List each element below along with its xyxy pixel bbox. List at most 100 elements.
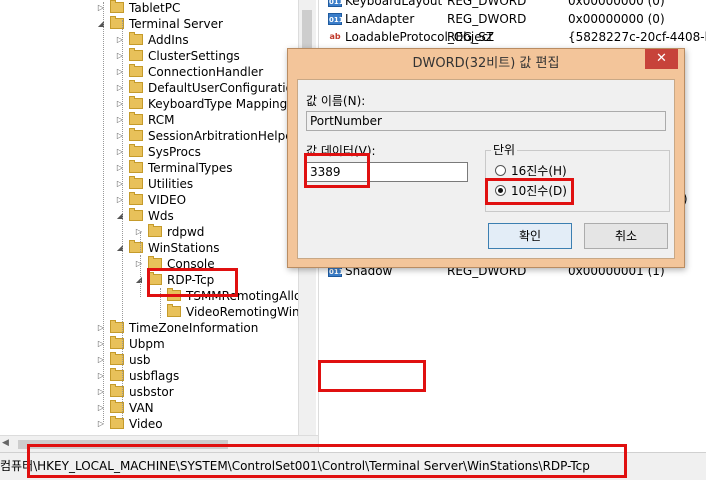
tree-item[interactable]: ▷ Ubpm	[0, 336, 298, 352]
hscroll-thumb[interactable]	[18, 440, 228, 449]
tree-item[interactable]: ▷ TerminalTypes	[0, 160, 298, 176]
value-row[interactable]: 011 KeyboardLayout REG_DWORD 0x00000000 (0)	[319, 0, 706, 10]
expanded-arrow-icon[interactable]: ◢	[96, 16, 106, 32]
value-data-label: 값 데이터(V):	[306, 144, 376, 158]
value-type: REG_DWORD	[447, 12, 527, 26]
folder-icon	[129, 112, 143, 125]
collapsed-arrow-icon[interactable]: ▷	[115, 96, 125, 112]
value-name: LanAdapter	[345, 12, 415, 26]
tree-item[interactable]: ▷ DefaultUserConfiguration	[0, 80, 298, 96]
tree-item-label: TimeZoneInformation	[129, 321, 259, 335]
tree-item-label: Wds	[148, 209, 174, 223]
value-row[interactable]: 011 LanAdapter REG_DWORD 0x00000000 (0)	[319, 10, 706, 28]
tree-item[interactable]: ▷ Utilities	[0, 176, 298, 192]
tree-item[interactable]: ◢ Terminal Server	[0, 16, 298, 32]
folder-icon	[129, 80, 143, 93]
tree-item-label: KeyboardType Mapping	[148, 97, 288, 111]
hex-radio[interactable]: 16진수(H)	[495, 162, 585, 180]
hex-radio-button[interactable]	[495, 165, 506, 176]
collapsed-arrow-icon[interactable]: ▷	[96, 400, 106, 416]
collapsed-arrow-icon[interactable]: ▷	[96, 0, 106, 16]
value-name-label: 값 이름(N):	[306, 94, 366, 108]
folder-icon	[167, 304, 181, 317]
tree-item[interactable]: ▷ AddIns	[0, 32, 298, 48]
collapsed-arrow-icon[interactable]: ▷	[115, 176, 125, 192]
value-row[interactable]: ab LoadableProtocol_Object REG_SZ {5828227c…	[319, 28, 706, 46]
folder-icon	[129, 128, 143, 141]
tree-item[interactable]: ▷ VAN	[0, 400, 298, 416]
base-group-label: 단위	[491, 141, 518, 158]
expanded-arrow-icon[interactable]: ◢	[115, 240, 125, 256]
dialog-title: DWORD(32비트) 값 편집	[412, 56, 560, 71]
collapsed-arrow-icon[interactable]: ▷	[134, 256, 144, 272]
tree-item[interactable]: ▷ rdpwd	[0, 224, 298, 240]
collapsed-arrow-icon[interactable]: ▷	[115, 32, 125, 48]
dialog-body: 값 이름(N): PortNumber 값 데이터(V): 3389 단위 16…	[297, 79, 675, 259]
collapsed-arrow-icon[interactable]: ▷	[96, 336, 106, 352]
value-type: REG_DWORD	[447, 0, 527, 8]
registry-tree[interactable]: ▷ TabletPC ◢ Terminal Server ▷ AddIns ▷ Cluster…	[0, 0, 298, 435]
expanded-arrow-icon[interactable]: ◢	[115, 208, 125, 224]
collapsed-arrow-icon[interactable]: ▷	[96, 384, 106, 400]
tree-item-label: ConnectionHandler	[148, 65, 264, 79]
folder-icon	[129, 160, 143, 173]
tree-item[interactable]: ▷ KeyboardType Mapping	[0, 96, 298, 112]
tree-item[interactable]: ▷ ClusterSettings	[0, 48, 298, 64]
collapsed-arrow-icon[interactable]: ▷	[96, 352, 106, 368]
value-type: REG_SZ	[447, 30, 495, 44]
tree-item[interactable]: ▷ usbstor	[0, 384, 298, 400]
tree-item[interactable]: ◢ Wds	[0, 208, 298, 224]
tree-item[interactable]: ▷ TimeZoneInformation	[0, 320, 298, 336]
scroll-left-arrow-icon[interactable]: ◀	[2, 438, 9, 448]
value-data: {5828227c-20cf-4408-b73f-73ab70b8849f}	[568, 30, 706, 44]
folder-icon	[129, 208, 143, 221]
tree-horizontal-scrollbar[interactable]: ◀	[0, 435, 318, 453]
folder-icon	[129, 192, 143, 205]
collapsed-arrow-icon[interactable]: ▷	[115, 64, 125, 80]
collapsed-arrow-icon[interactable]: ▷	[115, 192, 125, 208]
base-group	[485, 150, 670, 212]
dword-value-icon: 011	[328, 13, 344, 25]
tree-item[interactable]: VideoRemotingWindowNames	[0, 304, 298, 320]
tree-item[interactable]: ▷ Console	[0, 256, 298, 272]
tree-item[interactable]: ▷ SysProcs	[0, 144, 298, 160]
tree-item[interactable]: ◢ RDP-Tcp	[0, 272, 298, 288]
status-bar: 컴퓨터\HKEY_LOCAL_MACHINE\SYSTEM\ControlSet…	[0, 452, 706, 480]
folder-icon	[129, 64, 143, 77]
decimal-radio-button[interactable]	[495, 185, 506, 196]
tree-item[interactable]: ▷ usbflags	[0, 368, 298, 384]
ok-button[interactable]: 확인	[488, 223, 572, 249]
tree-item-label: SessionArbitrationHelper	[148, 129, 298, 143]
tree-item-label: VideoRemotingWindowNames	[186, 305, 298, 319]
tree-item[interactable]: TSMMRemotingAllowedApps	[0, 288, 298, 304]
tree-item[interactable]: ◢ WinStations	[0, 240, 298, 256]
folder-icon	[129, 32, 143, 45]
tree-item-label: RCM	[148, 113, 175, 127]
collapsed-arrow-icon[interactable]: ▷	[115, 128, 125, 144]
collapsed-arrow-icon[interactable]: ▷	[115, 80, 125, 96]
close-icon[interactable]: ✕	[645, 49, 678, 69]
collapsed-arrow-icon[interactable]: ▷	[115, 160, 125, 176]
collapsed-arrow-icon[interactable]: ▷	[115, 112, 125, 128]
collapsed-arrow-icon[interactable]: ▷	[96, 320, 106, 336]
tree-item[interactable]: ▷ TabletPC	[0, 0, 298, 16]
tree-item[interactable]: ▷ Video	[0, 416, 298, 432]
tree-item[interactable]: ▷ usb	[0, 352, 298, 368]
expanded-arrow-icon[interactable]: ◢	[134, 272, 144, 288]
tree-item[interactable]: ▷ ConnectionHandler	[0, 64, 298, 80]
tree-item[interactable]: ▷ SessionArbitrationHelper	[0, 128, 298, 144]
tree-item-label: TabletPC	[129, 1, 181, 15]
collapsed-arrow-icon[interactable]: ▷	[96, 416, 106, 432]
collapsed-arrow-icon[interactable]: ▷	[96, 368, 106, 384]
decimal-radio[interactable]: 10진수(D)	[495, 182, 585, 200]
collapsed-arrow-icon[interactable]: ▷	[115, 144, 125, 160]
collapsed-arrow-icon[interactable]: ▷	[115, 48, 125, 64]
tree-item[interactable]: ▷ RCM	[0, 112, 298, 128]
value-data-input[interactable]: 3389	[306, 162, 468, 182]
tree-item[interactable]: ▷ VIDEO	[0, 192, 298, 208]
tree-item-label: usbstor	[129, 385, 174, 399]
collapsed-arrow-icon[interactable]: ▷	[134, 224, 144, 240]
folder-icon	[148, 272, 162, 285]
value-name-field: PortNumber	[306, 111, 666, 131]
cancel-button[interactable]: 취소	[584, 223, 668, 249]
